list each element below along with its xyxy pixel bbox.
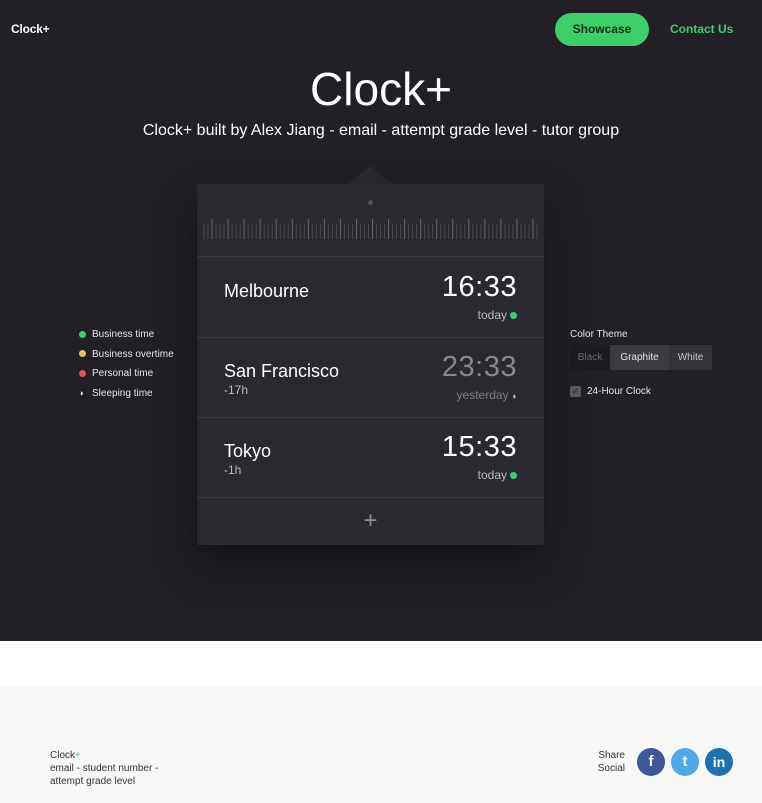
footer-line: email - student number - [50,763,159,774]
city-name: San Francisco [224,361,340,381]
share-label: Share Social [597,749,625,775]
red-dot-icon [79,369,86,377]
moon-icon: ◗ [511,391,517,401]
brand-logo[interactable]: Clock+ [11,22,50,36]
time-offset: -1h [224,463,242,477]
legend-label: Business time [92,329,155,340]
timeline-scrubber[interactable] [197,184,544,257]
yellow-dot-icon [79,350,86,357]
twitter-icon[interactable]: t [671,748,699,776]
color-theme-selector: Black Graphite White [570,345,712,370]
legend-item-personal: Personal time [79,367,174,387]
legend-label: Business overtime [92,348,174,360]
footer-brand: Clock+ [50,749,158,762]
checkbox-label: 24-Hour Clock [587,386,651,397]
footer-brand-plus: + [75,750,81,761]
time-offset: -17h [224,383,249,397]
card-pointer [348,166,392,184]
clock-time: 23:33 [441,351,517,383]
legend-label: Sleeping time [92,387,153,399]
checkbox-checked-icon[interactable]: ✓ [570,386,581,397]
day-text: today [477,468,507,482]
24-hour-toggle[interactable]: ✓ 24-Hour Clock [570,386,651,397]
add-city-button[interactable]: + [197,497,544,545]
theme-option-white[interactable]: White [669,345,712,370]
clock-time: 15:33 [441,431,517,463]
facebook-icon[interactable]: f [637,748,665,776]
theme-option-graphite[interactable]: Graphite [610,345,669,370]
clock-row-tokyo[interactable]: Tokyo -1h 15:33 today [197,417,544,498]
world-clock-card: Melbourne 16:33 today San Francisco -17h… [197,184,544,545]
city-name: Melbourne [224,281,310,301]
footer-brand-text: Clock [50,750,76,761]
green-dot-icon [79,330,86,338]
moon-icon: ◗ [79,387,85,398]
business-dot-icon [510,312,517,319]
legend-item-business: Business time [79,328,174,348]
hero-section: Clock+ Showcase Contact Us Clock+ Clock+… [0,0,762,641]
linkedin-icon[interactable]: in [705,748,733,776]
showcase-button[interactable]: Showcase [555,13,649,46]
page-subtitle: Clock+ built by Alex Jiang - email - att… [142,122,620,139]
day-label: yesterday ◗ [457,388,517,402]
clock-row-san-francisco[interactable]: San Francisco -17h 23:33 yesterday ◗ [197,337,544,418]
page-title: Clock+ [310,63,452,115]
theme-option-black[interactable]: Black [570,345,610,370]
share-text: Share [598,750,625,761]
timeline-ticks [203,219,538,239]
contact-us-link[interactable]: Contact Us [670,22,733,36]
legend-label: Personal time [92,368,154,379]
day-text: today [477,308,507,322]
timeline-marker [368,200,373,205]
legend-item-overtime: Business overtime [79,348,174,368]
day-label: today [478,308,517,322]
social-text: Social [597,763,625,774]
business-dot-icon [510,472,517,479]
clock-time: 16:33 [441,271,517,303]
city-name: Tokyo [224,441,272,461]
color-theme-label: Color Theme [570,329,628,340]
footer-line: attempt grade level [50,776,136,787]
footer-info: Clock+ email - student number - attempt … [50,749,158,788]
clock-row-melbourne[interactable]: Melbourne 16:33 today [197,257,544,338]
day-text: yesterday [456,388,509,402]
legend-item-sleeping: ◗ Sleeping time [79,387,174,407]
day-label: today [478,468,517,482]
time-legend: Business time Business overtime Personal… [79,328,174,406]
footer: Clock+ email - student number - attempt … [0,686,762,803]
